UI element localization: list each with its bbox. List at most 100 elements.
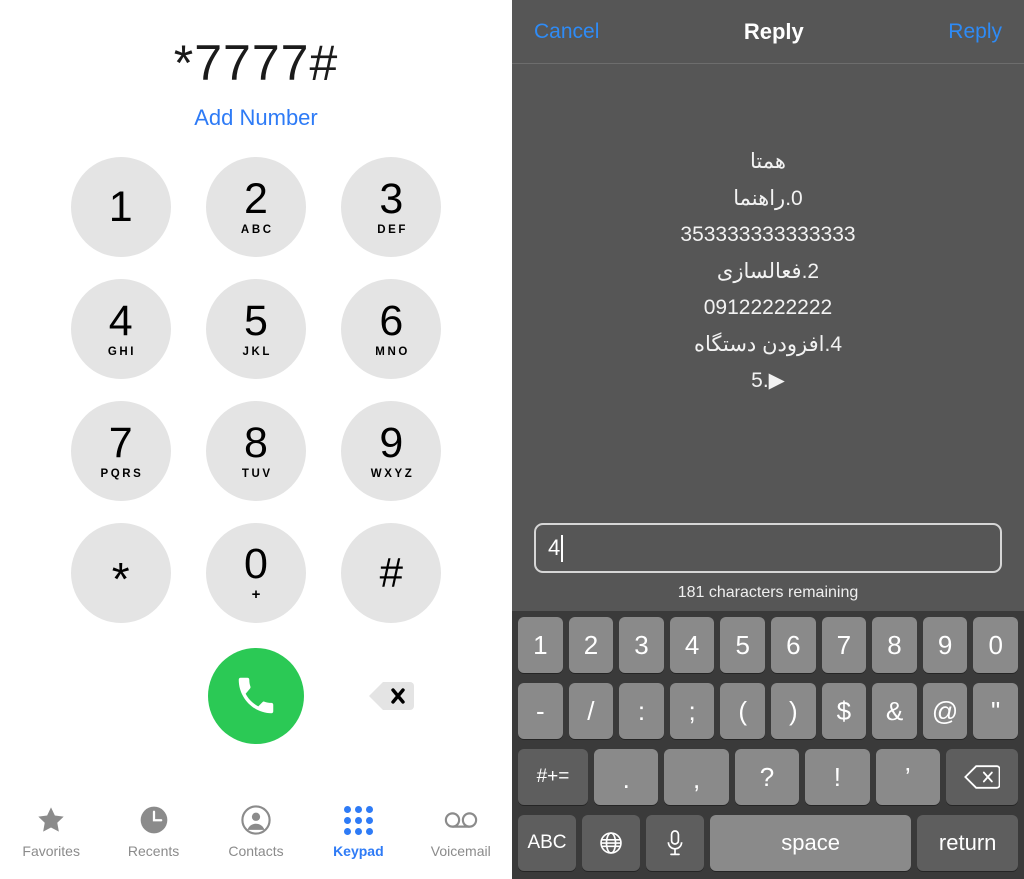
message-line: 4.افزودن دستگاه (693, 332, 842, 356)
key-9[interactable]: 9 (922, 617, 968, 673)
key-dollar[interactable]: $ (821, 683, 867, 739)
dial-key-8[interactable]: 8 TUV (205, 401, 306, 501)
keypad-dots-icon (341, 803, 375, 837)
key-space[interactable]: space (710, 815, 912, 871)
reply-input[interactable]: 4 (534, 523, 1002, 573)
text-caret (561, 534, 564, 562)
key-comma[interactable]: , (664, 749, 729, 805)
message-line: همتا (750, 150, 786, 173)
dialpad: 1 2 ABC 3 DEF 4 GHI 5 JKL 6 MNO 7 PQRS 8… (53, 157, 459, 623)
dial-key-letters: JKL (242, 346, 273, 358)
key-paren-close[interactable]: ) (771, 683, 816, 739)
tab-contacts[interactable]: Contacts (206, 803, 306, 859)
message-line: 09122222222 (703, 296, 833, 320)
tab-keypad[interactable]: Keypad (308, 803, 408, 859)
characters-remaining-label: 181 characters remaining (677, 584, 859, 601)
keyboard-row-bottom: ABC space return (515, 815, 1021, 871)
tab-label: Recents (127, 843, 180, 859)
key-abc[interactable]: ABC (518, 815, 576, 871)
message-line: 2.فعالسازی (716, 259, 820, 283)
tab-label: Contacts (228, 843, 284, 859)
key-slash[interactable]: / (568, 683, 614, 739)
dial-key-digit: 2 (244, 175, 268, 223)
dial-key-4[interactable]: 4 GHI (70, 279, 171, 379)
star-icon (34, 803, 68, 837)
dial-key-letters: PQRS (100, 468, 144, 480)
key-symbols-toggle[interactable]: #+= (517, 749, 588, 805)
key-quote[interactable]: " (973, 683, 1018, 739)
reply-input-value: 4 (548, 535, 561, 560)
dial-key-digit: 6 (379, 297, 404, 345)
dial-key-letters: WXYZ (370, 468, 415, 480)
dial-key-9[interactable]: 9 WXYZ (341, 401, 442, 501)
app-screen: *7777# Add Number 1 2 ABC 3 DEF 4 GHI 5 … (0, 0, 1024, 879)
key-hyphen[interactable]: - (518, 683, 563, 739)
keyboard-row-symbols: - / : ; ( ) $ & @ " (515, 683, 1021, 739)
on-screen-keyboard: 1 2 3 4 5 6 7 8 9 0 - / : ; ( ) $ & @ " … (512, 611, 1024, 879)
key-6[interactable]: 6 (771, 617, 816, 673)
delete-button[interactable] (365, 678, 417, 714)
key-question[interactable]: ? (734, 749, 800, 805)
clock-icon (137, 803, 171, 837)
tab-voicemail[interactable]: Voicemail (411, 803, 511, 859)
key-2[interactable]: 2 (568, 617, 614, 673)
key-4[interactable]: 4 (669, 617, 715, 673)
backspace-icon (964, 764, 1001, 790)
add-number-link[interactable]: Add Number (0, 105, 512, 131)
key-8[interactable]: 8 (872, 617, 917, 673)
key-return[interactable]: return (917, 815, 1018, 871)
dial-key-star[interactable]: * (70, 523, 171, 623)
dial-key-0[interactable]: 0 + (205, 523, 306, 623)
key-period[interactable]: . (593, 749, 659, 805)
key-backspace[interactable] (946, 749, 1019, 805)
key-ampersand[interactable]: & (872, 683, 917, 739)
dialed-number-display: *7777# (173, 35, 339, 91)
key-1[interactable]: 1 (518, 617, 563, 673)
cancel-button[interactable]: Cancel (534, 20, 599, 44)
dial-key-7[interactable]: 7 PQRS (70, 401, 171, 501)
dial-key-5[interactable]: 5 JKL (205, 279, 306, 379)
key-3[interactable]: 3 (619, 617, 664, 673)
send-reply-button[interactable]: Reply (948, 20, 1002, 44)
tab-favorites[interactable]: Favorites (1, 803, 101, 859)
person-circle-icon (239, 803, 273, 837)
dial-key-letters: DEF (377, 224, 409, 236)
key-semicolon[interactable]: ; (669, 683, 715, 739)
key-paren-open[interactable]: ( (720, 683, 765, 739)
globe-icon (598, 830, 624, 856)
key-7[interactable]: 7 (821, 617, 867, 673)
dial-key-6[interactable]: 6 MNO (341, 279, 442, 379)
sms-reply-panel: Cancel Reply Reply همتا 0.راهنما 3533333… (512, 0, 1024, 879)
key-at[interactable]: @ (922, 683, 968, 739)
dial-key-2[interactable]: 2 ABC (205, 157, 306, 257)
key-globe[interactable] (582, 815, 640, 871)
key-0[interactable]: 0 (973, 617, 1018, 673)
voicemail-icon (444, 803, 478, 837)
key-colon[interactable]: : (619, 683, 664, 739)
dial-key-digit: 3 (379, 175, 404, 223)
dial-key-letters: GHI (107, 346, 137, 358)
tab-bar: Favorites Recents Contacts Keypad Voicem… (0, 795, 512, 879)
dial-key-digit: # (379, 549, 403, 596)
tab-label: Keypad (333, 843, 384, 859)
page-title: Reply (743, 18, 804, 44)
dial-key-digit: 0 (244, 540, 268, 588)
reply-navbar: Cancel Reply Reply (512, 0, 1024, 64)
phone-icon (233, 673, 279, 719)
call-button[interactable] (207, 648, 304, 744)
key-exclamation[interactable]: ! (805, 749, 870, 805)
tab-recents[interactable]: Recents (104, 803, 204, 859)
dial-key-digit: 5 (244, 297, 268, 345)
dial-key-digit: 7 (108, 419, 133, 467)
key-apostrophe[interactable]: ’ (875, 749, 941, 805)
dial-key-plus: + (251, 586, 261, 603)
dialer-action-row (53, 645, 459, 747)
key-microphone[interactable] (646, 815, 704, 871)
microphone-icon (664, 829, 686, 857)
dial-key-digit: 4 (108, 297, 133, 345)
dial-key-digit: 9 (379, 419, 404, 467)
dial-key-hash[interactable]: # (341, 523, 442, 623)
dial-key-3[interactable]: 3 DEF (341, 157, 442, 257)
key-5[interactable]: 5 (720, 617, 765, 673)
dial-key-1[interactable]: 1 (70, 157, 171, 257)
